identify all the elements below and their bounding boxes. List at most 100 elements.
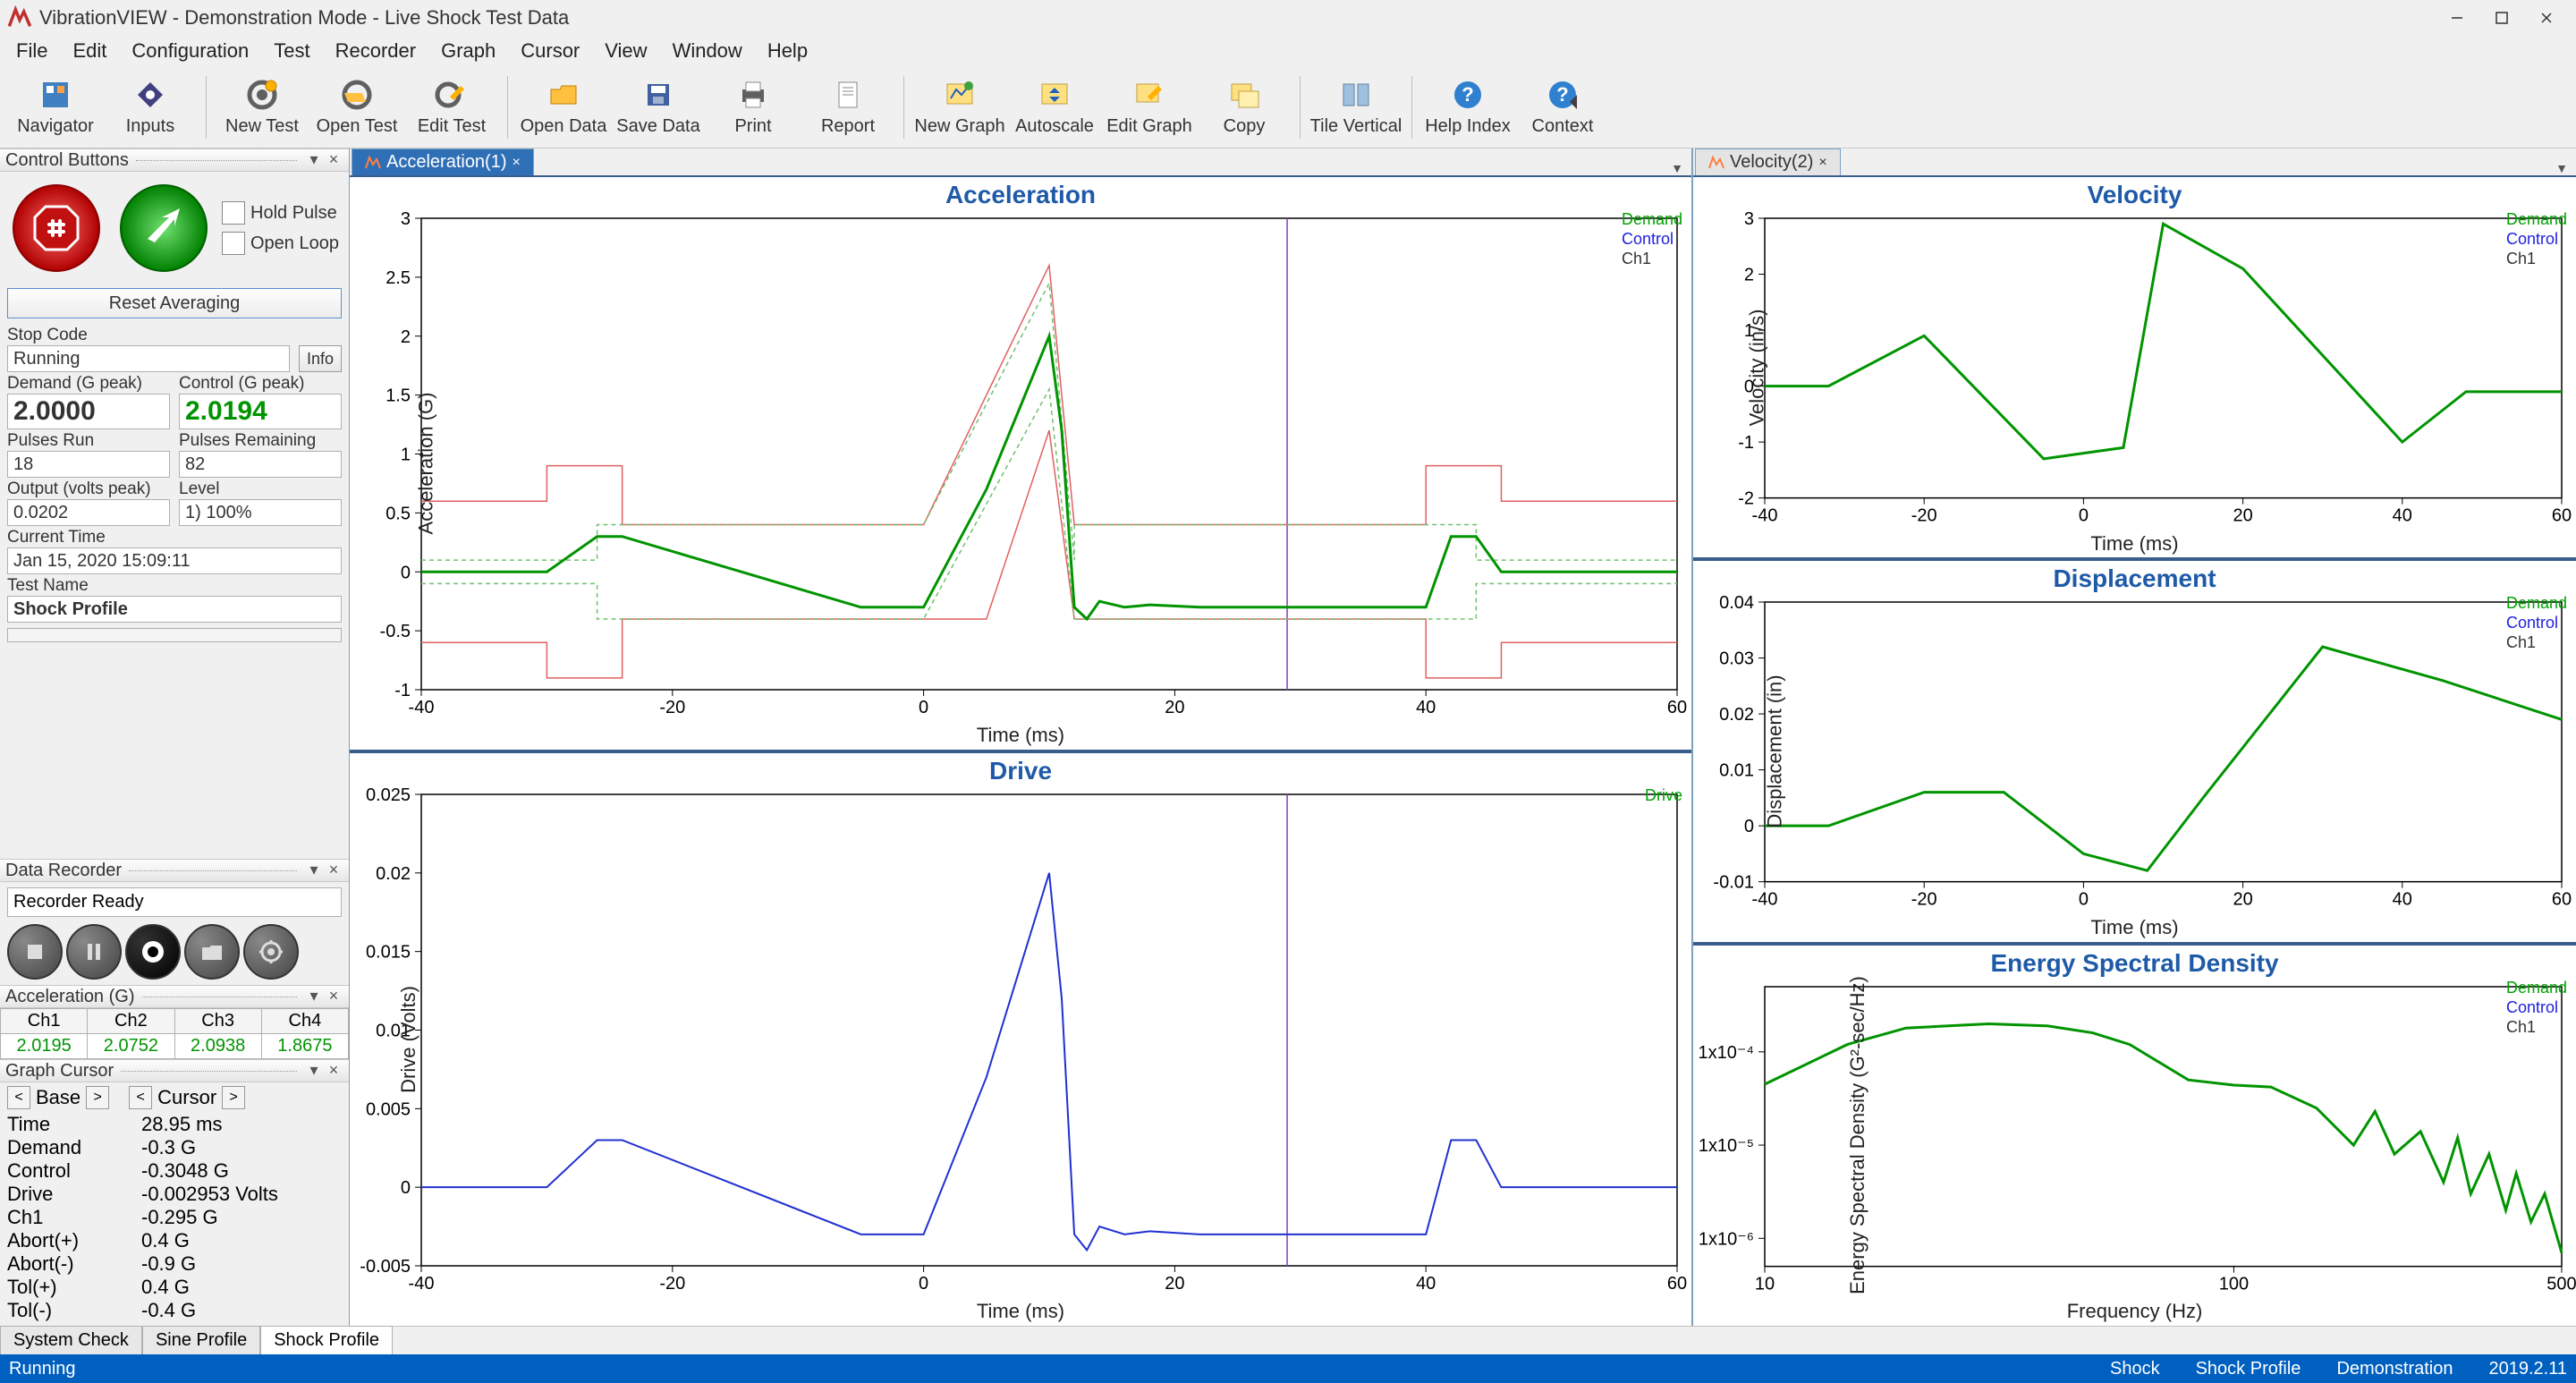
toolbar-open-data[interactable]: Open Data <box>517 70 610 145</box>
recorder-pause-button[interactable] <box>66 924 122 980</box>
minimize-button[interactable] <box>2435 4 2479 32</box>
pulses-run-label: Pulses Run <box>7 431 170 451</box>
svg-text:40: 40 <box>1416 698 1436 717</box>
panel-close-icon[interactable]: × <box>324 150 343 170</box>
svg-text:40: 40 <box>2393 890 2412 910</box>
close-icon[interactable]: × <box>513 155 521 171</box>
toolbar-new-graph[interactable]: New Graph <box>913 70 1006 145</box>
chart-acceleration[interactable]: AccelerationAcceleration (G)-40-20020406… <box>350 175 1691 750</box>
svg-text:-40: -40 <box>1752 890 1778 910</box>
accel-header[interactable]: Acceleration (G) ▾× <box>0 985 349 1008</box>
right-tabbar: Velocity(2)× ▼ <box>1693 148 2576 175</box>
toolbar-autoscale[interactable]: Autoscale <box>1008 70 1101 145</box>
recorder-settings-button[interactable] <box>243 924 299 980</box>
stop-button[interactable] <box>7 179 106 277</box>
control-buttons-header[interactable]: Control Buttons ▾ × <box>0 148 349 172</box>
hold-pulse-checkbox[interactable]: Hold Pulse <box>222 201 339 225</box>
panel-menu-icon[interactable]: ▾ <box>304 861 324 880</box>
cursor-row: Demand-0.3 G <box>7 1136 342 1159</box>
svg-text:3: 3 <box>401 209 411 229</box>
maximize-button[interactable] <box>2479 4 2524 32</box>
toolbar-edit-test[interactable]: Edit Test <box>405 70 498 145</box>
tab-acceleration[interactable]: Acceleration(1)× <box>352 148 534 175</box>
menu-file[interactable]: File <box>4 36 60 66</box>
cursor-header[interactable]: Graph Cursor ▾× <box>0 1059 349 1082</box>
plot-svg[interactable]: -40-200204060-0.00500.0050.010.0150.020.… <box>350 785 1691 1298</box>
toolbar-print[interactable]: Print <box>707 70 800 145</box>
toolbar-new-test[interactable]: New Test <box>216 70 309 145</box>
tab-dropdown-icon[interactable]: ▼ <box>1670 161 1691 175</box>
bottom-tab-system-check[interactable]: System Check <box>0 1326 142 1354</box>
menu-configuration[interactable]: Configuration <box>119 36 261 66</box>
time-label: Current Time <box>7 528 342 547</box>
menu-help[interactable]: Help <box>755 36 820 66</box>
svg-text:-0.005: -0.005 <box>360 1257 411 1277</box>
chart-velocity[interactable]: VelocityVelocity (in/s)-40-200204060-2-1… <box>1693 175 2576 557</box>
accel-table: Ch1Ch2Ch3Ch4 2.01952.07522.09381.8675 <box>0 1008 349 1059</box>
data-recorder-body: Recorder Ready <box>0 882 349 985</box>
cursor-cur-next[interactable]: > <box>222 1086 245 1109</box>
graph-left-column: Acceleration(1)× ▼ AccelerationAccelerat… <box>349 148 1691 1326</box>
menu-bar: FileEditConfigurationTestRecorderGraphCu… <box>0 36 2576 66</box>
toolbar-help-index[interactable]: ?Help Index <box>1421 70 1514 145</box>
toolbar-open-test[interactable]: Open Test <box>310 70 403 145</box>
legend: DemandControlCh1 <box>2506 593 2567 652</box>
menu-recorder[interactable]: Recorder <box>323 36 428 66</box>
svg-text:60: 60 <box>1667 698 1687 717</box>
status-version: 2019.2.11 <box>2489 1359 2568 1379</box>
recorder-open-button[interactable] <box>184 924 240 980</box>
plot-svg[interactable]: -40-200204060-2-10123 <box>1693 209 2576 530</box>
reset-averaging-button[interactable]: Reset Averaging <box>7 288 342 318</box>
recorder-stop-button[interactable] <box>7 924 63 980</box>
panel-close-icon[interactable]: × <box>324 861 343 880</box>
control-buttons-title: Control Buttons <box>5 150 129 171</box>
chart-displacement[interactable]: DisplacementDisplacement (in)-40-2002040… <box>1693 557 2576 941</box>
menu-test[interactable]: Test <box>261 36 322 66</box>
recorder-record-button[interactable] <box>125 924 181 980</box>
plot-svg[interactable]: 101005001x10⁻⁶1x10⁻⁵1x10⁻⁴ <box>1693 978 2576 1299</box>
toolbar-inputs[interactable]: Inputs <box>104 70 197 145</box>
menu-graph[interactable]: Graph <box>428 36 508 66</box>
cursor-cur-prev[interactable]: < <box>129 1086 152 1109</box>
open-loop-checkbox[interactable]: Open Loop <box>222 232 339 255</box>
run-button[interactable] <box>114 179 213 277</box>
cursor-base-prev[interactable]: < <box>7 1086 30 1109</box>
tab-velocity[interactable]: Velocity(2)× <box>1695 148 1841 175</box>
toolbar-edit-graph[interactable]: Edit Graph <box>1103 70 1196 145</box>
tab-dropdown-icon[interactable]: ▼ <box>2555 161 2576 175</box>
level-value: 1) 100% <box>179 499 342 526</box>
bottom-tab-shock-profile[interactable]: Shock Profile <box>260 1326 393 1354</box>
bottom-tab-sine-profile[interactable]: Sine Profile <box>142 1326 260 1354</box>
toolbar-report[interactable]: Report <box>801 70 894 145</box>
cursor-row: Abort(+)0.4 G <box>7 1229 342 1252</box>
toolbar-tile-vertical[interactable]: Tile Vertical <box>1309 70 1402 145</box>
menu-cursor[interactable]: Cursor <box>508 36 592 66</box>
data-recorder-header[interactable]: Data Recorder ▾ × <box>0 859 349 882</box>
plot-svg[interactable]: -40-200204060-1-0.500.511.522.53 <box>350 209 1691 722</box>
svg-text:-0.01: -0.01 <box>1713 873 1754 893</box>
toolbar-save-data[interactable]: Save Data <box>612 70 705 145</box>
menu-window[interactable]: Window <box>660 36 755 66</box>
toolbar-navigator[interactable]: Navigator <box>9 70 102 145</box>
close-icon[interactable]: × <box>1818 155 1826 171</box>
cursor-base-next[interactable]: > <box>86 1086 109 1109</box>
close-button[interactable] <box>2524 4 2569 32</box>
info-button[interactable]: Info <box>299 345 342 372</box>
menu-edit[interactable]: Edit <box>60 36 119 66</box>
context-icon: ? <box>1545 77 1580 113</box>
svg-text:500: 500 <box>2546 1274 2576 1294</box>
panel-menu-icon[interactable]: ▾ <box>304 150 324 170</box>
toolbar-context[interactable]: ?Context <box>1516 70 1609 145</box>
svg-text:60: 60 <box>2552 890 2572 910</box>
edit-graph-icon <box>1131 77 1167 113</box>
toolbar-copy[interactable]: Copy <box>1198 70 1291 145</box>
cursor-row: Tol(+)0.4 G <box>7 1276 342 1299</box>
chart-esd[interactable]: Energy Spectral DensityEnergy Spectral D… <box>1693 942 2576 1326</box>
plot-svg[interactable]: -40-200204060-0.0100.010.020.030.04 <box>1693 593 2576 914</box>
accel-value: 2.0752 <box>88 1034 174 1059</box>
chart-drive[interactable]: DriveDrive (Volts)-40-200204060-0.00500.… <box>350 750 1691 1326</box>
output-label: Output (volts peak) <box>7 479 170 499</box>
inputs-icon <box>132 77 168 113</box>
svg-text:0.5: 0.5 <box>386 504 411 523</box>
menu-view[interactable]: View <box>592 36 659 66</box>
